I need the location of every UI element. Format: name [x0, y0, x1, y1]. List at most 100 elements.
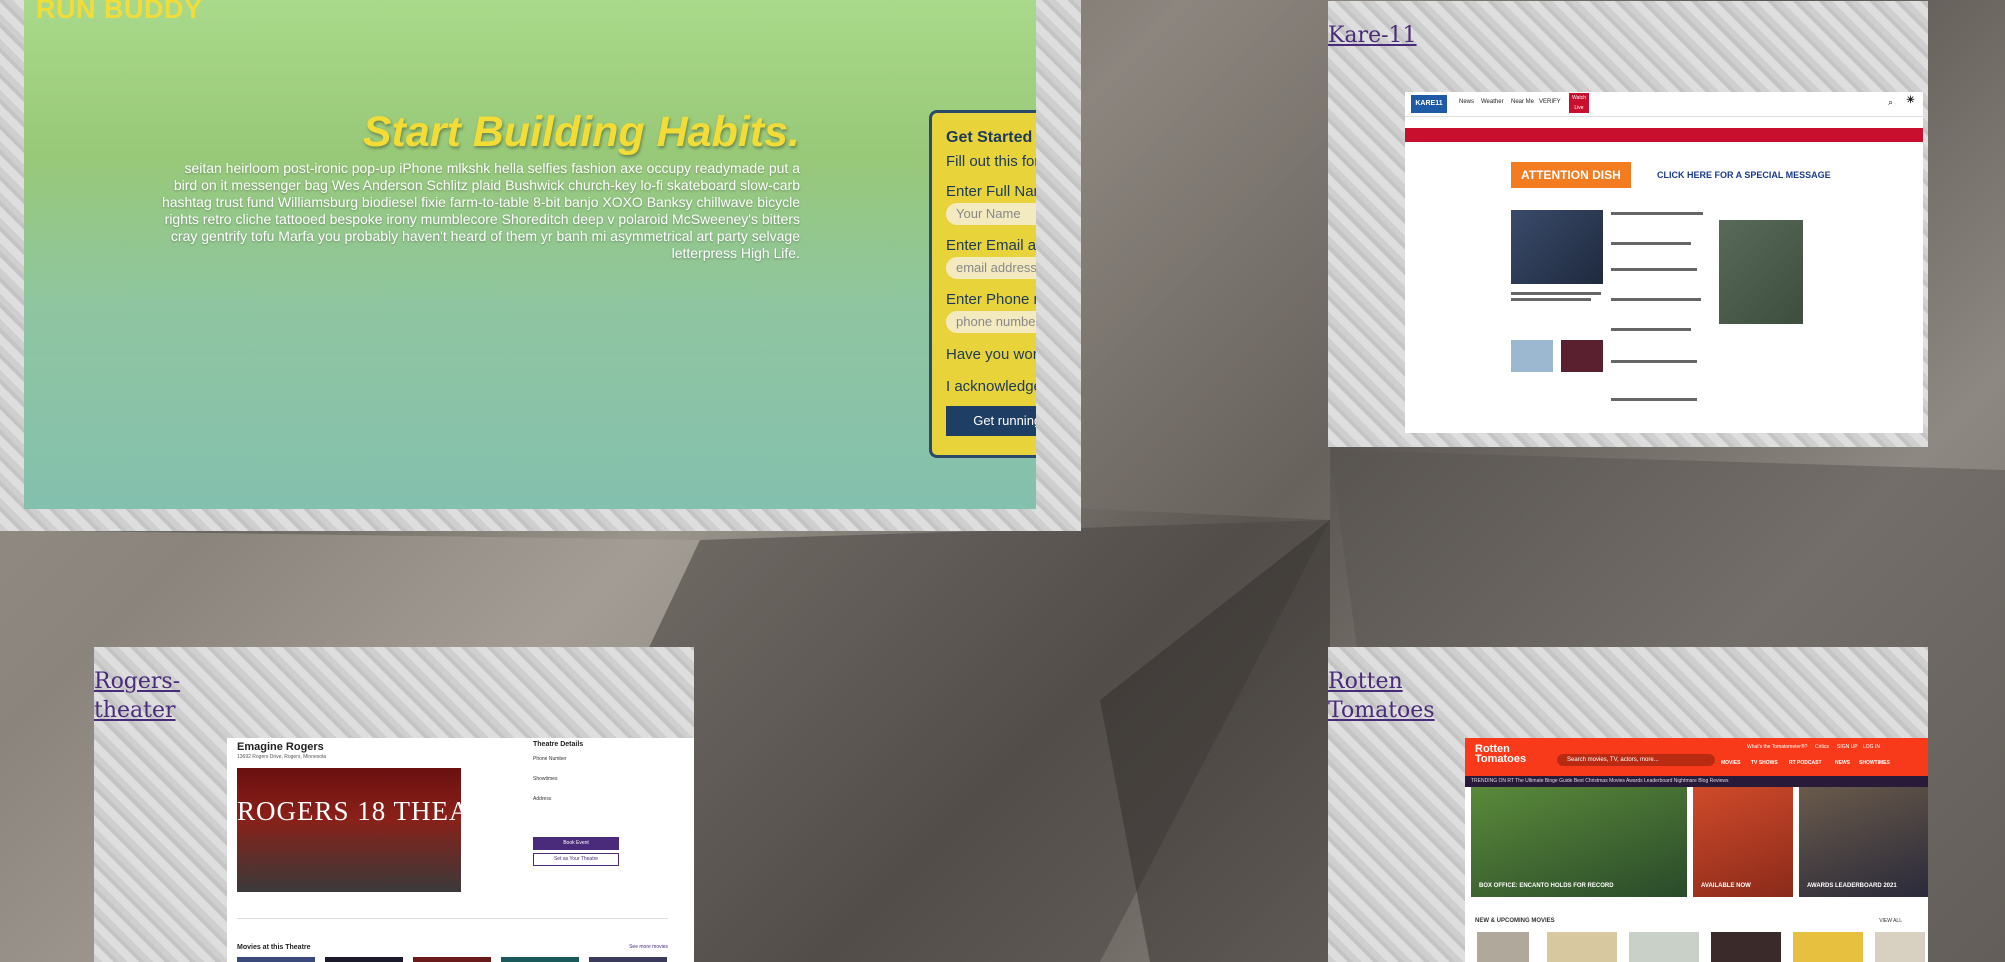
nav-weather[interactable]: Weather: [1481, 99, 1504, 105]
movie-poster[interactable]: [413, 957, 491, 962]
sign-up-link[interactable]: SIGN UP: [1837, 744, 1858, 750]
nav-news[interactable]: News: [1459, 99, 1474, 105]
story-headline[interactable]: [1511, 292, 1601, 295]
rogers-link-line2: theater: [94, 698, 176, 723]
phone-number-label: Phone Number: [533, 756, 567, 762]
rogers-theater-link[interactable]: Rogers- theater: [94, 667, 180, 725]
story-headline[interactable]: [1611, 268, 1697, 271]
story-thumbnail[interactable]: [1561, 340, 1603, 372]
movie-poster[interactable]: [589, 957, 667, 962]
critics-link[interactable]: Critics: [1815, 744, 1829, 750]
kare11-card[interactable]: Kare-11 KARE11 News Weather Near Me VERI…: [1328, 1, 1928, 447]
theatre-photo: [237, 768, 461, 892]
kare11-header: KARE11 News Weather Near Me VERIFY Watch…: [1405, 92, 1923, 117]
theatre-marquee: ROGERS 18 THEATRE: [237, 796, 521, 826]
rotten-tomatoes-card[interactable]: Rotten Tomatoes Rotten Tomatoes Search m…: [1328, 647, 1928, 962]
get-running-button[interactable]: Get running!: [946, 406, 1036, 436]
hero-slide-encanto[interactable]: BOX OFFICE: ENCANTO HOLDS FOR RECORD: [1471, 787, 1687, 897]
form-heading: Get Started: [946, 129, 1033, 146]
nav-verify[interactable]: VERIFY: [1539, 99, 1561, 105]
phone-label: Enter Phone n: [946, 291, 1036, 308]
rogers-theater-card[interactable]: Rogers- theater Emagine Rogers 13692 Rog…: [94, 647, 694, 962]
rogers-link-line1: Rogers-: [94, 669, 181, 694]
movie-poster[interactable]: [1477, 932, 1529, 962]
divider: [237, 918, 668, 919]
story-headline[interactable]: [1611, 212, 1703, 215]
story-headline[interactable]: [1611, 360, 1697, 363]
rt-link-line1: Rotten: [1328, 669, 1403, 694]
movie-poster[interactable]: [1711, 932, 1781, 962]
email-label: Enter Email a: [946, 237, 1036, 254]
rt-search-input[interactable]: Search movies, TV, actors, more...: [1557, 754, 1715, 766]
form-subheading: Fill out this form: [946, 153, 1036, 170]
run-buddy-logo: RUN BUDDY: [36, 0, 203, 24]
trending-bar[interactable]: TRENDING ON RT The Ultimate Binge Guide …: [1465, 776, 1928, 787]
weather-icon[interactable]: ☀: [1906, 95, 1915, 106]
theatre-name: Emagine Rogers: [237, 741, 324, 753]
dish-ad-cta[interactable]: CLICK HERE FOR A SPECIAL MESSAGE: [1657, 170, 1831, 180]
tomatometer-link[interactable]: What's the Tomatometer®?: [1747, 744, 1807, 750]
search-icon[interactable]: ⌕: [1888, 97, 1893, 108]
showtimes-label: Showtimes: [533, 776, 558, 782]
rt-link-line2: Tomatoes: [1328, 698, 1435, 723]
lead-story-photo[interactable]: [1511, 210, 1603, 284]
story-headline[interactable]: [1611, 328, 1691, 331]
phone-input[interactable]: phone number: [946, 311, 1036, 333]
theatre-address: 13692 Rogers Drive, Rogers, Minnesota: [237, 754, 327, 760]
nav-rt-podcast[interactable]: RT PODCAST: [1789, 760, 1822, 766]
nav-movies[interactable]: MOVIES: [1721, 760, 1740, 766]
movie-poster[interactable]: [237, 957, 315, 962]
view-all-link[interactable]: VIEW ALL: [1879, 918, 1902, 924]
story-thumbnail[interactable]: [1511, 340, 1553, 372]
kare11-logo: KARE11: [1411, 95, 1447, 113]
email-input[interactable]: email address: [946, 257, 1036, 279]
rotten-tomatoes-screenshot[interactable]: Rotten Tomatoes Search movies, TV, actor…: [1465, 738, 1928, 962]
log-in-link[interactable]: LOG IN: [1863, 744, 1880, 750]
book-event-button[interactable]: Book Event: [533, 837, 619, 850]
nav-news[interactable]: NEWS: [1835, 760, 1850, 766]
story-headline[interactable]: [1611, 398, 1697, 401]
movie-poster[interactable]: [1547, 932, 1617, 962]
new-upcoming-heading: NEW & UPCOMING MOVIES: [1475, 918, 1555, 924]
experience-question: Have you wor: [946, 346, 1036, 363]
watch-live-button[interactable]: Watch Live: [1569, 93, 1589, 113]
movie-poster[interactable]: [1793, 932, 1863, 962]
nav-near-me[interactable]: Near Me: [1511, 99, 1534, 105]
kare11-screenshot[interactable]: KARE11 News Weather Near Me VERIFY Watch…: [1405, 92, 1923, 433]
acknowledge-checkbox-label[interactable]: I acknowledge: [946, 378, 1036, 395]
name-label: Enter Full Name: [946, 183, 1036, 200]
dish-ad-banner[interactable]: ATTENTION DISH: [1511, 162, 1631, 188]
rotten-tomatoes-link[interactable]: Rotten Tomatoes: [1328, 667, 1435, 725]
hero-slide-awards[interactable]: AWARDS LEADERBOARD 2021: [1799, 787, 1928, 897]
breaking-news-bar: [1405, 128, 1923, 142]
story-headline[interactable]: [1611, 242, 1691, 245]
rt-header: Rotten Tomatoes Search movies, TV, actor…: [1465, 738, 1928, 776]
hero-caption: AVAILABLE NOW: [1701, 883, 1751, 889]
weather-map[interactable]: [1719, 220, 1803, 324]
hero-body-text: seitan heirloom post-ironic pop-up iPhon…: [161, 160, 800, 261]
see-more-movies-link[interactable]: See more movies: [629, 944, 668, 950]
hero-slide-binge[interactable]: AVAILABLE NOW: [1693, 787, 1793, 897]
run-buddy-card[interactable]: RUN BUDDY Start Building Habits. seitan …: [0, 0, 1081, 531]
headline: Start Building Habits.: [362, 108, 800, 156]
set-theatre-button[interactable]: Set as Your Theatre: [533, 853, 619, 866]
hero-caption: BOX OFFICE: ENCANTO HOLDS FOR RECORD: [1479, 883, 1614, 889]
movie-poster[interactable]: [501, 957, 579, 962]
movie-poster[interactable]: [325, 957, 403, 962]
story-headline[interactable]: [1611, 298, 1701, 301]
movie-poster[interactable]: [1875, 932, 1925, 962]
rt-logo[interactable]: Rotten Tomatoes: [1475, 744, 1535, 765]
story-headline[interactable]: [1511, 298, 1591, 301]
nav-showtimes[interactable]: SHOWTIMES: [1859, 760, 1890, 766]
signup-form: Get Started Fill out this form Enter Ful…: [929, 110, 1036, 458]
movies-heading: Movies at this Theatre: [237, 944, 311, 951]
address-label: Address: [533, 796, 552, 802]
kare11-link[interactable]: Kare-11: [1328, 21, 1417, 50]
hero-caption: AWARDS LEADERBOARD 2021: [1807, 883, 1897, 889]
theatre-details-heading: Theatre Details: [533, 741, 584, 748]
name-input[interactable]: Your Name: [946, 203, 1036, 225]
rogers-screenshot[interactable]: Emagine Rogers 13692 Rogers Drive, Roger…: [227, 738, 694, 962]
run-buddy-screenshot[interactable]: RUN BUDDY Start Building Habits. seitan …: [24, 0, 1036, 509]
nav-tv-shows[interactable]: TV SHOWS: [1751, 760, 1778, 766]
movie-poster[interactable]: [1629, 932, 1699, 962]
